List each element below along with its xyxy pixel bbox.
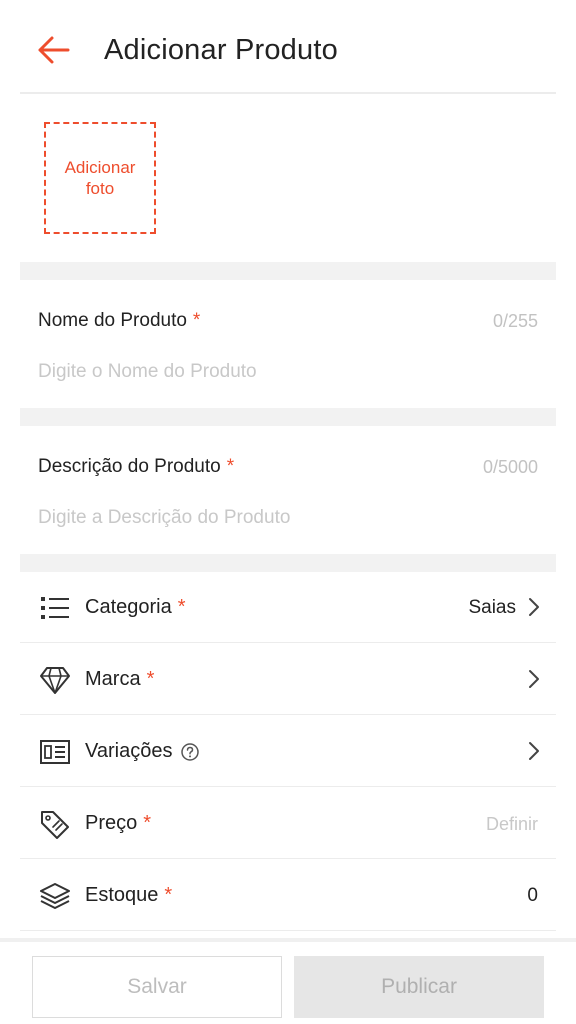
required-mark: * [146, 668, 155, 690]
variations-row[interactable]: Variações [20, 716, 556, 787]
brand-row[interactable]: Marca * [20, 644, 556, 715]
chevron-right-icon [529, 742, 539, 760]
product-description-input[interactable] [38, 504, 538, 532]
page-title: Adicionar Produto [104, 34, 338, 66]
bottom-action-bar: Salvar Publicar [0, 938, 576, 1024]
help-circle-icon[interactable] [180, 742, 200, 762]
product-name-field: Nome do Produto * 0/255 [20, 280, 556, 408]
list-icon [41, 597, 69, 619]
brand-label: Marca * [85, 668, 155, 690]
save-button[interactable]: Salvar [32, 956, 282, 1018]
stock-label: Estoque * [85, 884, 173, 906]
section-divider [20, 408, 556, 426]
section-divider [20, 262, 556, 280]
chevron-right-icon [529, 670, 539, 688]
required-mark: * [192, 310, 201, 331]
add-product-screen: Adicionar Produto Adicionar foto Nome do… [0, 0, 576, 1024]
section-divider [20, 554, 556, 572]
app-header: Adicionar Produto [20, 0, 556, 94]
product-name-input[interactable] [38, 358, 538, 386]
required-mark: * [177, 596, 186, 618]
required-mark: * [164, 884, 173, 906]
add-photo-button[interactable]: Adicionar foto [44, 122, 156, 234]
add-photo-label: Adicionar foto [64, 158, 136, 198]
diamond-icon [40, 667, 70, 694]
photo-section: Adicionar foto [20, 96, 556, 262]
price-label: Preço * [85, 812, 152, 834]
price-tag-icon [41, 811, 69, 839]
product-description-label: Descrição do Produto * [38, 456, 235, 477]
back-button[interactable] [34, 30, 74, 70]
form-container: Adicionar Produto Adicionar foto Nome do… [20, 0, 556, 1024]
product-description-field: Descrição do Produto * 0/5000 [20, 426, 556, 554]
variations-label: Variações [85, 740, 200, 763]
back-arrow-icon [38, 36, 70, 64]
required-mark: * [143, 812, 152, 834]
product-name-counter: 0/255 [492, 311, 538, 331]
price-row[interactable]: Preço * Definir [20, 788, 556, 859]
chevron-right-icon [529, 598, 539, 616]
stock-value: 0 [527, 885, 538, 906]
product-name-label: Nome do Produto * [38, 310, 201, 331]
price-value: Definir [485, 814, 538, 834]
category-value: Saias [468, 597, 516, 618]
stock-row[interactable]: Estoque * 0 [20, 860, 556, 931]
variations-icon [40, 740, 70, 764]
product-description-counter: 0/5000 [482, 457, 538, 477]
required-mark: * [226, 456, 235, 477]
category-label: Categoria * [85, 596, 186, 618]
layers-icon [40, 883, 70, 909]
publish-button[interactable]: Publicar [294, 956, 544, 1018]
category-row[interactable]: Categoria * Saias [20, 572, 556, 643]
